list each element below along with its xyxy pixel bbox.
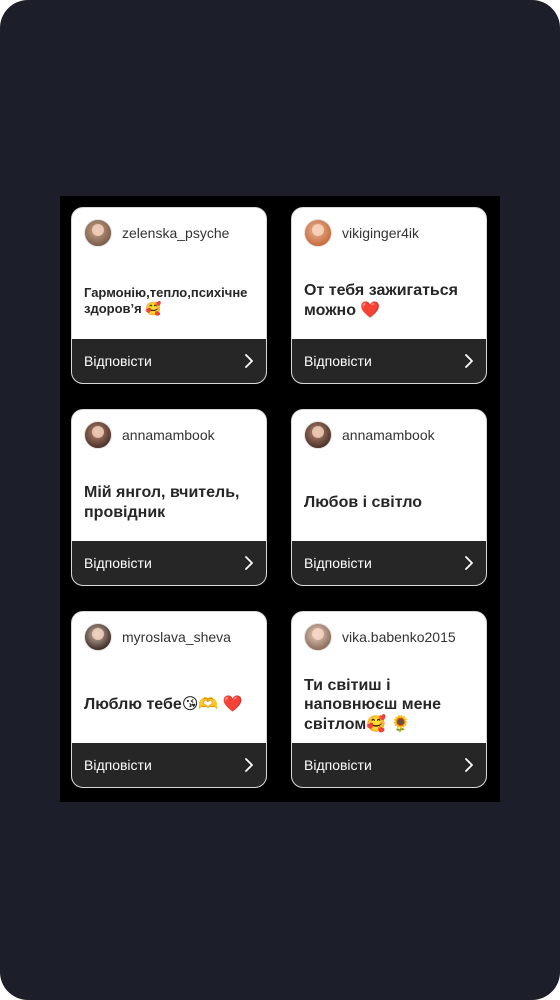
response-card[interactable]: annamambook Мій янгол, вчитель, провідни… — [71, 409, 267, 586]
username[interactable]: vika.babenko2015 — [342, 629, 456, 645]
avatar[interactable] — [84, 421, 112, 449]
reply-label: Відповісти — [304, 555, 372, 571]
card-header: vika.babenko2015 — [304, 622, 478, 652]
card-header: annamambook — [84, 420, 258, 450]
response-card[interactable]: vika.babenko2015 Ти світиш і наповнюєш м… — [291, 611, 487, 788]
reply-button[interactable]: Відповісти — [72, 541, 266, 585]
reply-button[interactable]: Відповісти — [292, 541, 486, 585]
chevron-right-icon — [465, 354, 473, 368]
response-text: Люблю тебе😘🫶 ❤️ — [84, 696, 243, 714]
card-header: vikiginger4ik — [304, 218, 478, 248]
response-text: Любов і світло — [304, 494, 423, 512]
avatar[interactable] — [84, 219, 112, 247]
username[interactable]: zelenska_psyche — [122, 225, 229, 241]
avatar[interactable] — [304, 421, 332, 449]
response-text: Гармонію,тепло,психічне здоров’я 🥰 — [84, 285, 248, 316]
response-message: От тебя зажигаться можно ❤️ — [304, 260, 476, 342]
response-card[interactable]: zelenska_psyche Гармонію,тепло,психічне … — [71, 207, 267, 384]
reply-label: Відповісти — [304, 353, 372, 369]
response-card[interactable]: myroslava_sheva Люблю тебе😘🫶 ❤️ Відповіс… — [71, 611, 267, 788]
reply-button[interactable]: Відповісти — [72, 339, 266, 383]
chevron-right-icon — [465, 556, 473, 570]
username[interactable]: myroslava_sheva — [122, 629, 231, 645]
username[interactable]: annamambook — [342, 427, 435, 443]
card-header: zelenska_psyche — [84, 218, 258, 248]
card-header: annamambook — [304, 420, 478, 450]
reply-label: Відповісти — [84, 353, 152, 369]
reply-button[interactable]: Відповісти — [292, 743, 486, 787]
phone-screen: zelenska_psyche Гармонію,тепло,психічне … — [0, 0, 560, 1000]
question-responses-grid: zelenska_psyche Гармонію,тепло,психічне … — [60, 196, 500, 802]
response-card[interactable]: annamambook Любов і світло Відповісти — [291, 409, 487, 586]
avatar[interactable] — [304, 219, 332, 247]
chevron-right-icon — [245, 758, 253, 772]
reply-label: Відповісти — [84, 555, 152, 571]
reply-button[interactable]: Відповісти — [72, 743, 266, 787]
response-text: Ти світиш і наповнюєш мене світлом🥰 🌻 — [304, 676, 442, 733]
response-message: Любов і світло — [304, 462, 476, 544]
avatar[interactable] — [304, 623, 332, 651]
response-message: Гармонію,тепло,психічне здоров’я 🥰 — [84, 260, 256, 342]
reply-label: Відповісти — [304, 757, 372, 773]
response-message: Люблю тебе😘🫶 ❤️ — [84, 664, 256, 746]
chevron-right-icon — [245, 556, 253, 570]
response-message: Ти світиш і наповнюєш мене світлом🥰 🌻 — [304, 664, 476, 746]
avatar[interactable] — [84, 623, 112, 651]
username[interactable]: vikiginger4ik — [342, 225, 419, 241]
response-message: Мій янгол, вчитель, провідник — [84, 462, 256, 544]
response-text: От тебя зажигаться можно ❤️ — [304, 282, 458, 319]
card-header: myroslava_sheva — [84, 622, 258, 652]
reply-label: Відповісти — [84, 757, 152, 773]
username[interactable]: annamambook — [122, 427, 215, 443]
response-card[interactable]: vikiginger4ik От тебя зажигаться можно ❤… — [291, 207, 487, 384]
reply-button[interactable]: Відповісти — [292, 339, 486, 383]
chevron-right-icon — [465, 758, 473, 772]
response-text: Мій янгол, вчитель, провідник — [84, 484, 240, 521]
chevron-right-icon — [245, 354, 253, 368]
